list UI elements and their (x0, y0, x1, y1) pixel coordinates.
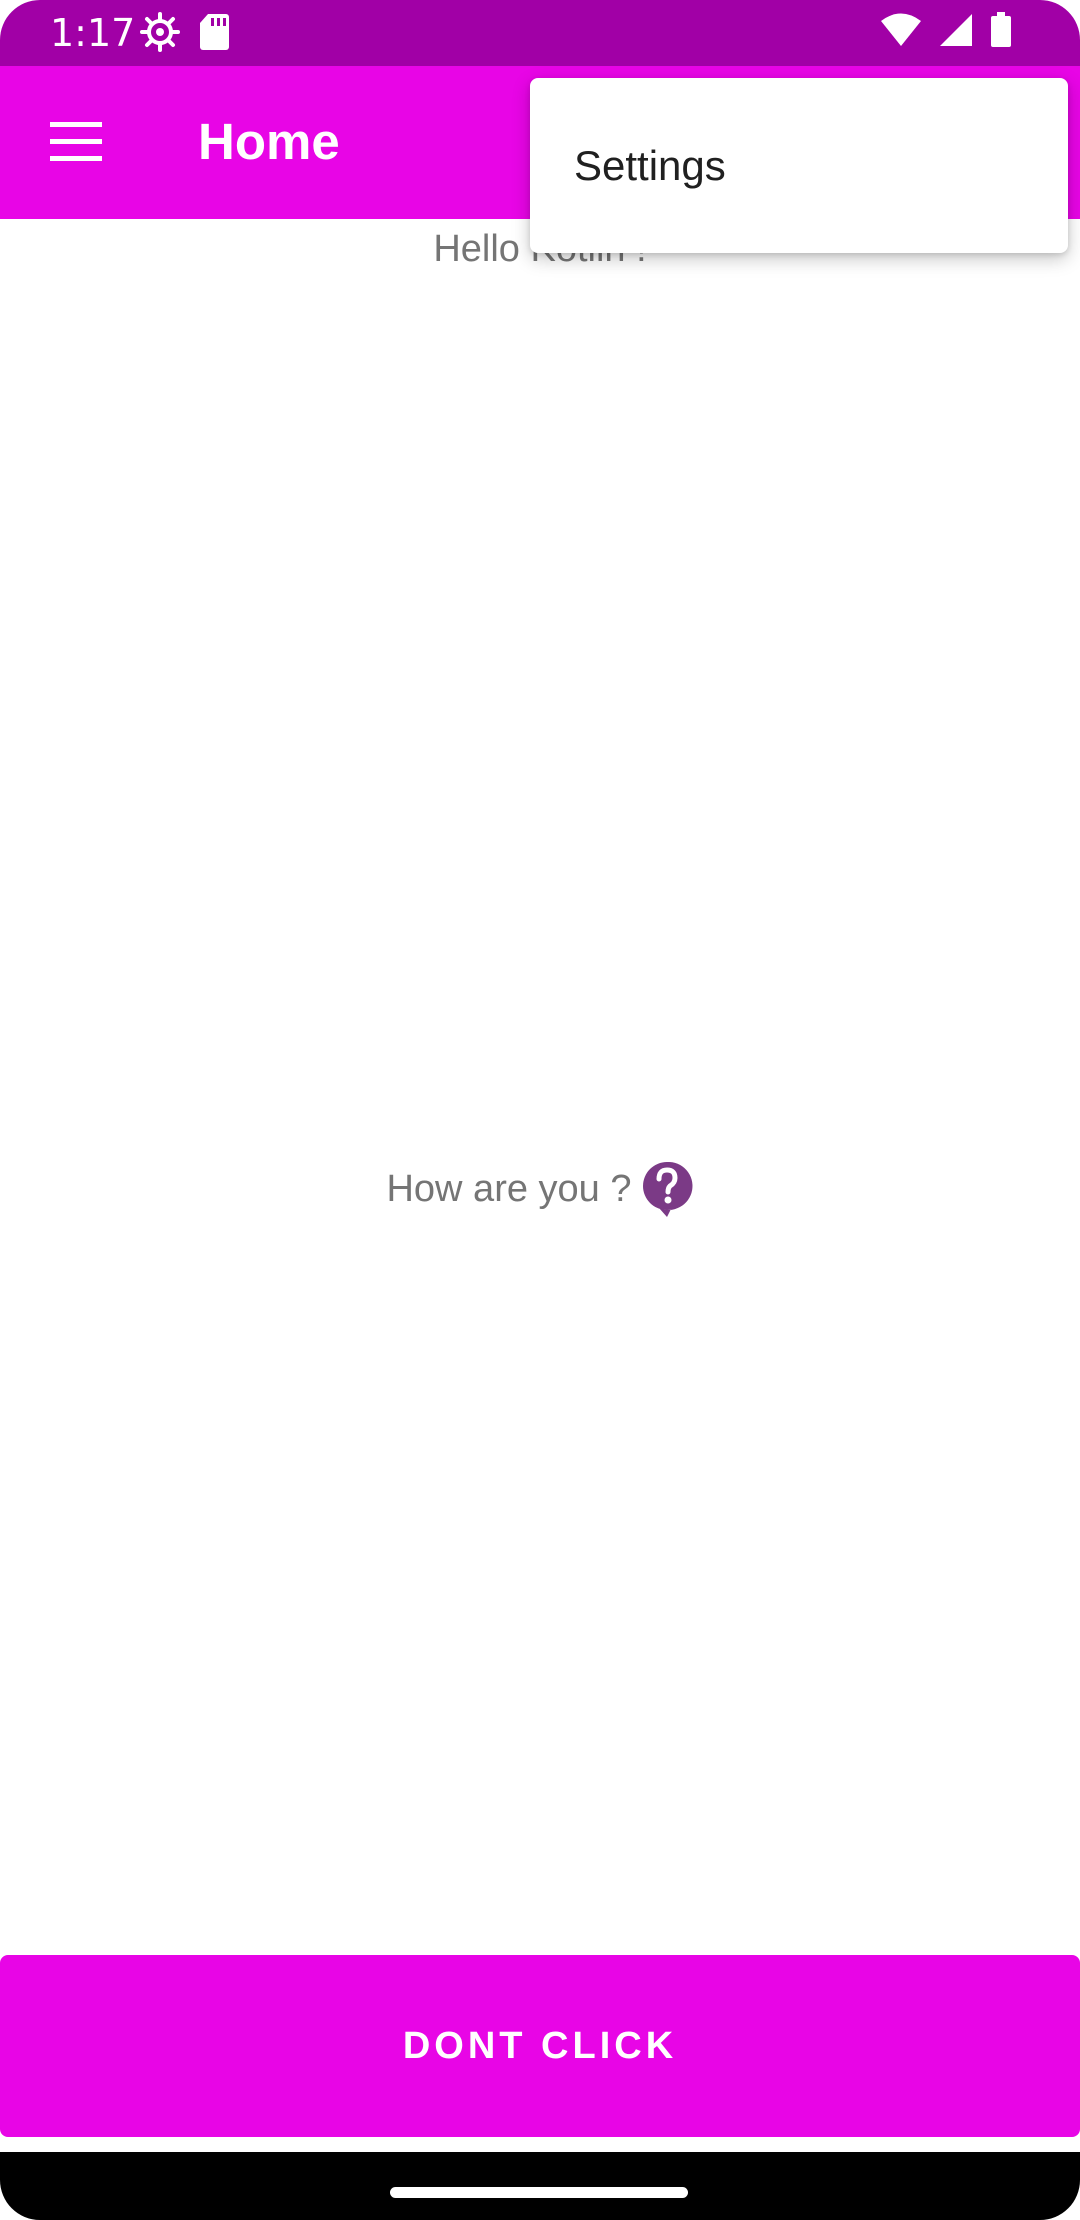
hamburger-menu-icon[interactable] (48, 116, 104, 168)
wifi-icon (880, 12, 922, 48)
navigation-bar (0, 2152, 1080, 2220)
cell-signal-icon (938, 12, 974, 48)
sd-card-icon (198, 12, 230, 52)
overflow-menu: Settings (530, 78, 1068, 253)
menu-item-settings[interactable]: Settings (530, 78, 1068, 253)
main-content: Hello Kotlin ! How are you ? (0, 219, 1080, 1955)
status-left-icons (140, 12, 230, 52)
status-right-icons (880, 12, 1012, 48)
home-gesture-handle[interactable] (390, 2187, 688, 2198)
status-time: 1:17 (50, 11, 136, 55)
question-row: How are you ? (0, 1159, 1080, 1219)
settings-gear-icon (140, 12, 180, 52)
dont-click-button[interactable]: DONT CLICK (0, 1955, 1080, 2137)
page-title: Home (198, 113, 340, 170)
question-text: How are you ? (386, 1168, 632, 1210)
battery-icon (990, 12, 1012, 48)
help-bubble-icon (640, 1159, 694, 1219)
status-bar: 1:17 (0, 0, 1080, 66)
